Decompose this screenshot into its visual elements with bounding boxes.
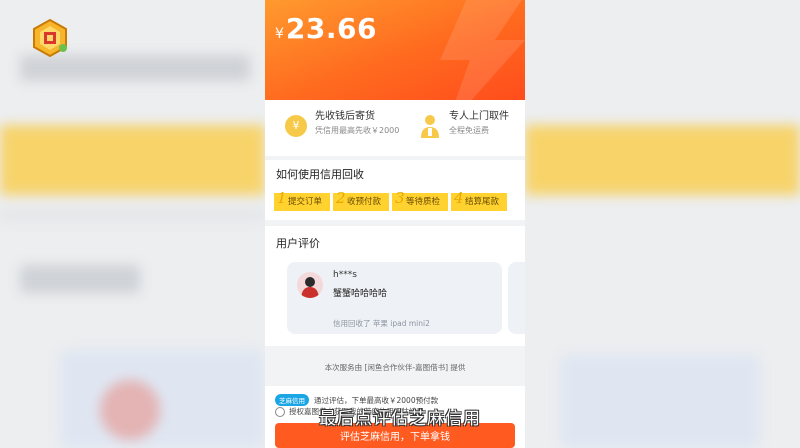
feature-title: 专人上门取件 bbox=[449, 111, 509, 122]
avatar bbox=[297, 272, 323, 298]
step-settle-balance: 4 结算尾款 bbox=[451, 189, 508, 211]
section-title: 用户评价 bbox=[276, 237, 320, 250]
feature-title: 先收钱后寄货 bbox=[315, 111, 375, 122]
feature-desc: 全程免运费 bbox=[449, 126, 489, 135]
feature-desc: 凭信用最高先收￥2000 bbox=[315, 126, 400, 135]
feature-pickup: 专人上门取件 全程免运费 bbox=[419, 110, 509, 139]
yen-coin-icon: ¥ bbox=[285, 115, 307, 137]
step-submit-order: 1 提交订单 bbox=[274, 189, 331, 211]
how-to-use-section: 如何使用信用回收 1 提交订单 2 收预付款 3 等待质检 4 结算尾款 bbox=[265, 160, 525, 220]
review-device: 信用回收了 苹果 ipad mini2 bbox=[333, 319, 430, 328]
prepay-hero: ¥ 23.66 bbox=[265, 0, 525, 100]
user-reviews-section: 用户评价 h***s 蟹蟹哈哈哈哈 信用回收了 苹果 ipad mini2 bbox=[265, 226, 525, 346]
channel-logo-icon bbox=[33, 18, 67, 58]
feature-strip: ¥ 先收钱后寄货 凭信用最高先收￥2000 专人上门取件 全程免运费 bbox=[265, 100, 525, 156]
amount-value: 23.66 bbox=[285, 12, 377, 45]
step-wait-inspection: 3 等待质检 bbox=[392, 189, 449, 211]
lightning-decoration-icon bbox=[440, 0, 525, 100]
prepay-amount: ¥ 23.66 bbox=[275, 12, 377, 45]
phone-screen: ¥ 23.66 ¥ 先收钱后寄货 凭信用最高先收￥2000 专人上门取件 全程免… bbox=[265, 0, 525, 448]
review-username: h***s bbox=[333, 270, 357, 280]
video-subtitle: 最后点评估芝麻信用 bbox=[319, 409, 481, 429]
review-comment: 蟹蟹哈哈哈哈 bbox=[333, 289, 388, 299]
feature-pay-first: ¥ 先收钱后寄货 凭信用最高先收￥2000 bbox=[285, 110, 399, 138]
service-provider-note: 本次服务由 [闲鱼合作伙伴-嘉图借书] 提供 bbox=[324, 363, 466, 372]
currency-symbol: ¥ bbox=[275, 26, 284, 42]
review-card[interactable]: h***s 蟹蟹哈哈哈哈 信用回收了 苹果 ipad mini2 bbox=[287, 262, 502, 334]
next-review-card[interactable] bbox=[508, 262, 525, 334]
step-receive-prepay: 2 收预付款 bbox=[333, 189, 390, 211]
courier-icon bbox=[421, 115, 439, 138]
steps-bar: 1 提交订单 2 收预付款 3 等待质检 4 结算尾款 bbox=[274, 189, 510, 211]
section-title: 如何使用信用回收 bbox=[276, 168, 364, 181]
